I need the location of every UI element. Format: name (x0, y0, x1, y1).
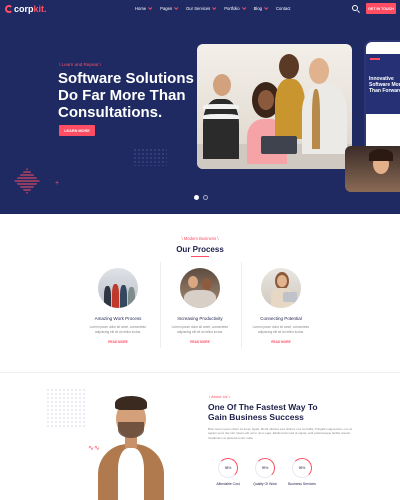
photo-person (112, 284, 119, 308)
read-more-link[interactable]: READ MORE (240, 340, 322, 344)
logo-accent-text: kit. (33, 4, 47, 14)
logo[interactable]: corp kit. (5, 4, 47, 14)
process-step: Amazing Work Process Lorem ipsum dolor s… (77, 264, 157, 354)
photo-laptop (283, 292, 297, 302)
main-menu: Home Pages Our Services Portfolio Blog C… (135, 5, 290, 11)
chevron-down-icon (174, 5, 179, 10)
page: corp kit. Home Pages Our Services Portfol… (0, 0, 400, 500)
slide-dot[interactable] (203, 195, 208, 200)
about-title: One Of The Fastest Way To Gain Business … (208, 402, 318, 422)
phone-accent-bar (370, 58, 380, 60)
photo-laptop (261, 136, 297, 154)
about-description: Bran lorem ipsum dolor sit amet, ligula.… (208, 427, 352, 440)
photo-face (277, 275, 287, 287)
process-step-title: Amazing Work Process (94, 316, 142, 321)
process-step-image (180, 268, 220, 308)
stat-value: 99% (261, 466, 269, 470)
process-step-image (261, 268, 301, 308)
nav-label: Blog (253, 6, 263, 11)
about-eyebrow: \ About Us \ (209, 394, 230, 399)
nav-label: Portfolio (224, 6, 240, 11)
stat-value: 95% (298, 466, 306, 470)
photo-person (302, 84, 347, 154)
hero-team-photo (197, 44, 352, 169)
about-portrait (98, 394, 164, 500)
phone-screen: Innovative Software More Than Forward (366, 54, 400, 114)
hero-title: Software Solutions Do Far More Than Cons… (58, 70, 194, 121)
photo-stripe (203, 104, 239, 109)
stat-label: Quality Of Work (253, 482, 277, 486)
stat-label: Business Services (288, 482, 316, 486)
photo-face (213, 74, 231, 96)
process-step: Connecting Potential Lorem ipsum dolor s… (240, 264, 320, 354)
process-step-title: Increasing Productivity (177, 316, 223, 321)
photo-face (279, 54, 299, 79)
title-underline (191, 256, 209, 257)
chevron-down-icon (264, 5, 269, 10)
nav-item-blog[interactable]: Blog (253, 5, 269, 11)
get-in-touch-button[interactable]: GET IN TOUCH (366, 3, 396, 14)
process-step-description: Lorem ipsum dolor sit amet, consectetur … (171, 325, 229, 334)
nav-item-home[interactable]: Home (135, 5, 153, 11)
photo-face (188, 276, 198, 288)
photo-person (104, 286, 111, 308)
hero-section: corp kit. Home Pages Our Services Portfol… (0, 0, 400, 214)
logo-mark-icon (5, 5, 13, 13)
top-navigation: corp kit. Home Pages Our Services Portfol… (0, 0, 400, 20)
photo-beard (118, 422, 144, 438)
nav-label: Our Services (186, 6, 211, 11)
progress-ring: 98% (218, 458, 238, 478)
chevron-down-icon (212, 5, 217, 10)
photo-face (202, 278, 212, 290)
process-eyebrow: \ Modern Business \ (181, 236, 219, 241)
photo-stripe (203, 114, 239, 119)
photo-person (128, 287, 135, 308)
search-icon[interactable] (352, 5, 358, 11)
photo-hair (369, 149, 393, 161)
read-more-link[interactable]: READ MORE (159, 340, 241, 344)
read-more-link[interactable]: READ MORE (77, 340, 159, 344)
plus-decoration-icon: + (55, 180, 60, 187)
nav-item-pages[interactable]: Pages (160, 5, 179, 11)
chevron-down-icon (241, 5, 246, 10)
nav-label: Pages (160, 6, 173, 11)
process-title: Our Process (176, 245, 224, 254)
stat-label: Affordable Cost (216, 482, 240, 486)
dot-pattern (46, 388, 86, 428)
process-step-description: Lorem ipsum dolor sit amet, consectetur … (252, 325, 310, 334)
slide-dot-active[interactable] (194, 195, 199, 200)
photo-shirt (118, 448, 144, 500)
process-step: Increasing Productivity Lorem ipsum dolo… (159, 264, 239, 354)
secondary-photo-card (345, 146, 400, 192)
nav-item-contact[interactable]: Contact (276, 6, 290, 11)
striped-diamond-decoration (14, 168, 40, 194)
process-step-image (98, 268, 138, 308)
learn-more-button[interactable]: LEARN MORE (59, 125, 95, 136)
dot-pattern (133, 148, 167, 166)
stat-value: 98% (224, 466, 232, 470)
photo-suspenders (312, 89, 320, 149)
nav-item-services[interactable]: Our Services (186, 5, 217, 11)
nav-item-portfolio[interactable]: Portfolio (224, 5, 246, 11)
zigzag-decoration-icon: ∿∿ (88, 445, 100, 452)
photo-person (184, 290, 216, 308)
process-step-description: Lorem ipsum dolor sit amet, consectetur … (89, 325, 147, 334)
hero-eyebrow: \ Learn and Repeat \ (59, 62, 101, 67)
photo-person (275, 79, 305, 139)
progress-ring: 99% (255, 458, 275, 478)
photo-face (258, 90, 274, 110)
photo-face (309, 58, 329, 84)
process-step-title: Connecting Potential (260, 316, 302, 321)
logo-text: corp (14, 4, 34, 14)
nav-label: Contact (276, 6, 291, 11)
photo-person (120, 285, 127, 308)
chevron-down-icon (148, 5, 153, 10)
slider-pagination (194, 195, 208, 200)
progress-ring: 95% (292, 458, 312, 478)
photo-hair (115, 396, 147, 410)
phone-text: Innovative Software More Than Forward (369, 76, 400, 94)
nav-label: Home (135, 6, 147, 11)
